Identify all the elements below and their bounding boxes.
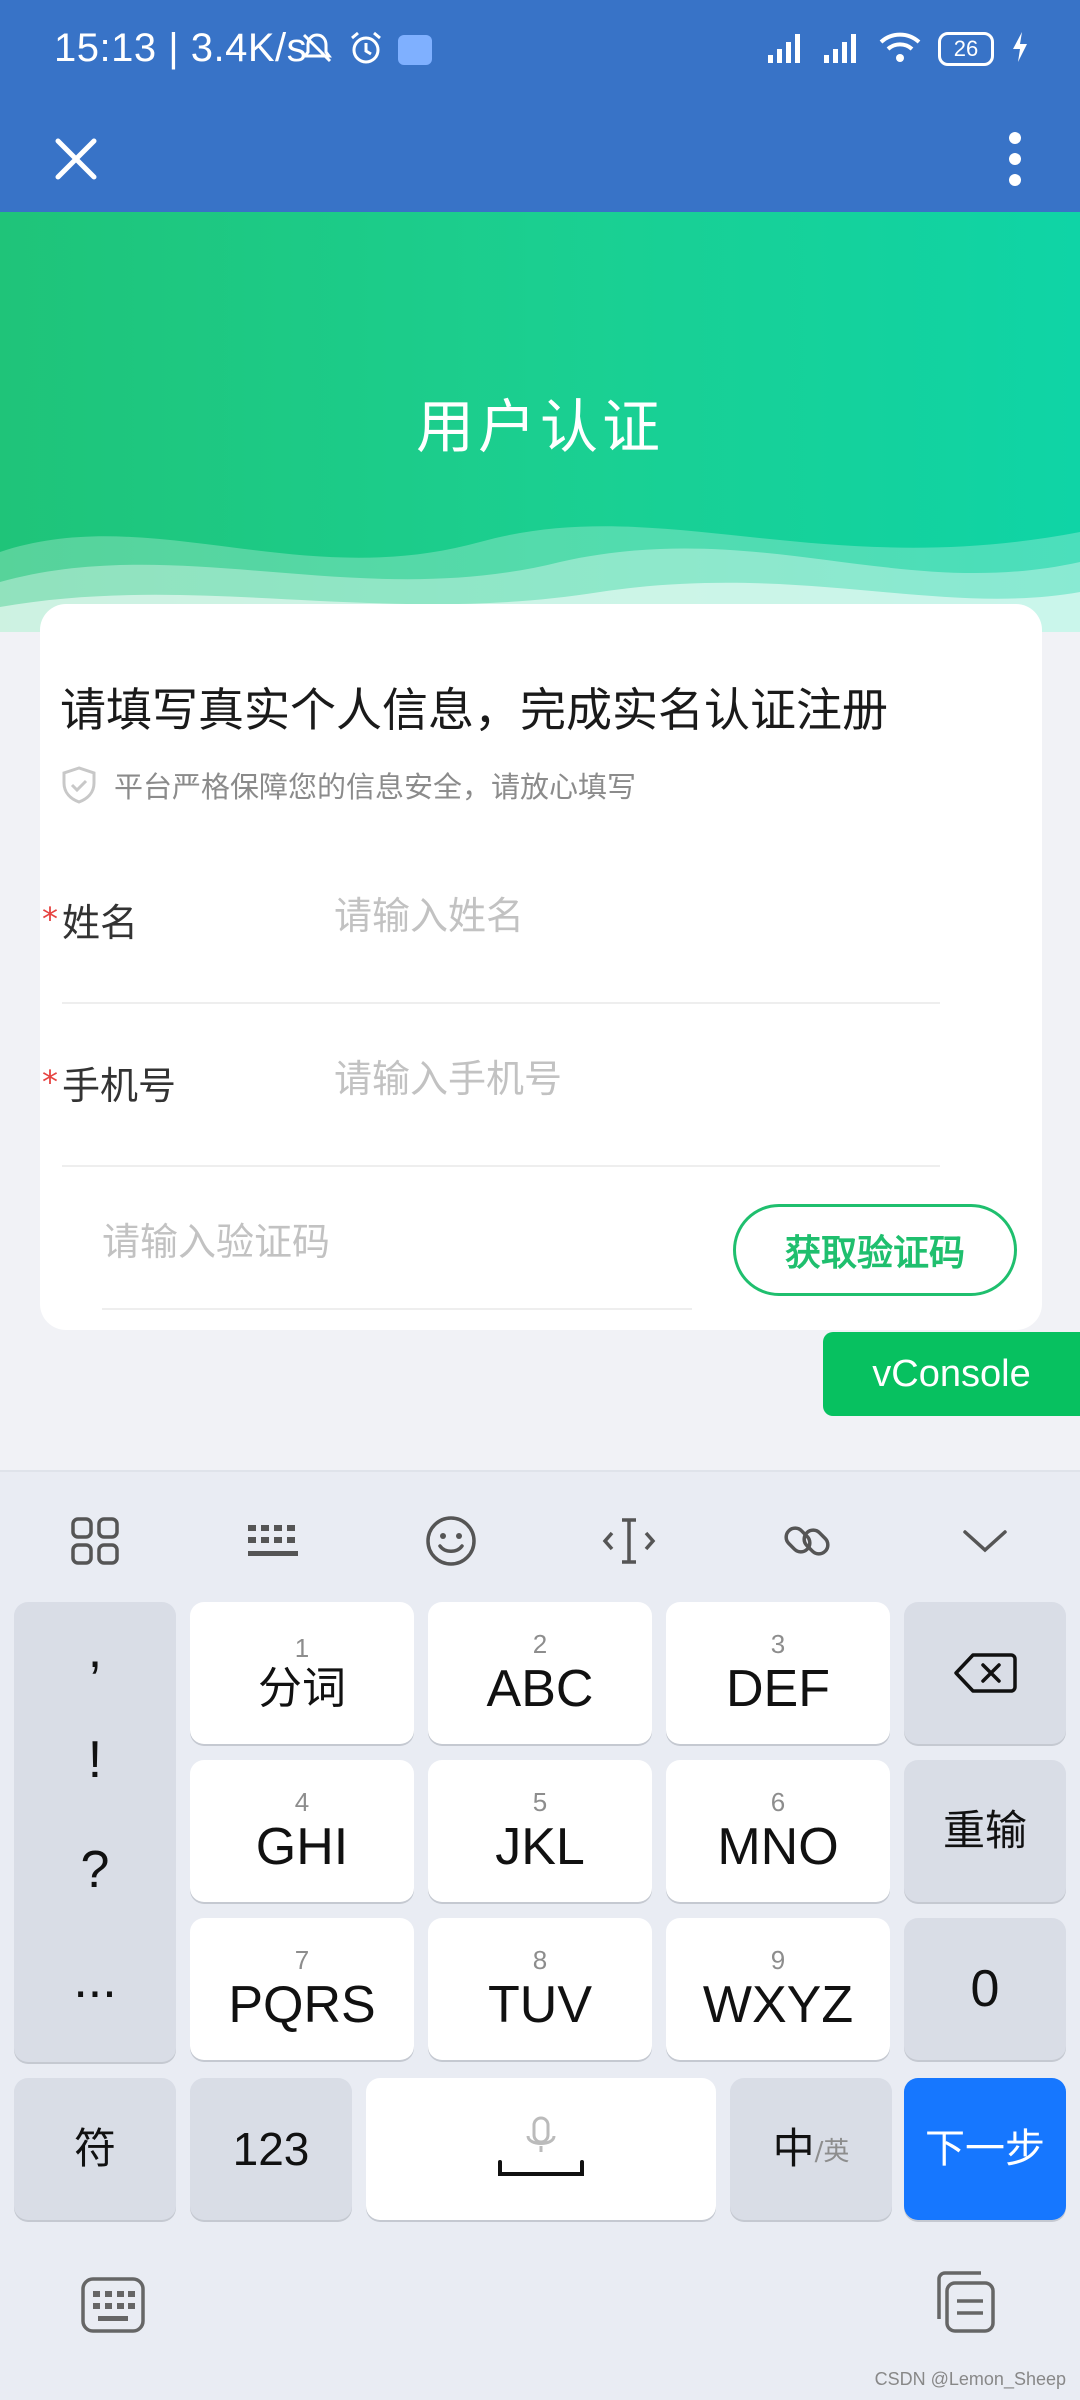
- required-mark: *: [42, 900, 58, 938]
- security-note-text: 平台严格保障您的信息安全，请放心填写: [114, 770, 637, 804]
- key-3[interactable]: 3 DEF: [666, 1602, 890, 1744]
- key-1[interactable]: 1 分词: [190, 1602, 414, 1744]
- punctuation-column: , ! ? ...: [14, 1602, 176, 2062]
- backspace-icon: [954, 1653, 1017, 1693]
- reenter-key[interactable]: 重输: [904, 1760, 1066, 1902]
- mute-icon: [300, 31, 334, 69]
- apps-button[interactable]: [56, 1502, 134, 1580]
- vconsole-button[interactable]: vConsole: [823, 1332, 1080, 1416]
- next-key[interactable]: 下一步: [904, 2078, 1066, 2220]
- battery-icon: 26: [938, 32, 994, 66]
- more-vertical-icon: [1009, 132, 1021, 186]
- code-row: [102, 1168, 692, 1310]
- security-note: 平台严格保障您的信息安全，请放心填写: [60, 764, 636, 806]
- key-4[interactable]: 4 GHI: [190, 1760, 414, 1902]
- punct-question-key[interactable]: ?: [14, 1840, 176, 1900]
- hide-keyboard-button[interactable]: [946, 1502, 1024, 1580]
- language-toggle-key[interactable]: 中 /英: [730, 2078, 892, 2220]
- keyboard-layout-button[interactable]: [234, 1502, 312, 1580]
- required-mark: *: [42, 1063, 58, 1101]
- punct-ellipsis-key[interactable]: ...: [14, 1950, 176, 2010]
- close-icon: [55, 138, 97, 180]
- punct-comma-key[interactable]: ,: [14, 1620, 176, 1680]
- keyboard-switch-icon: [81, 2277, 145, 2333]
- emoji-icon: [426, 1516, 476, 1566]
- verification-code-input[interactable]: [102, 1212, 662, 1272]
- watermark: CSDN @Lemon_Sheep: [874, 2369, 1066, 2389]
- get-code-button[interactable]: 获取验证码: [733, 1204, 1017, 1296]
- form-heading: 请填写真实个人信息，完成实名认证注册: [60, 683, 888, 737]
- more-options-button[interactable]: [980, 119, 1050, 199]
- text-cursor-icon: [602, 1518, 656, 1564]
- key-8[interactable]: 8 TUV: [428, 1918, 652, 2060]
- hero-banner: 用户认证: [0, 212, 1080, 632]
- switch-keyboard-button[interactable]: [78, 2270, 148, 2340]
- cursor-button[interactable]: [590, 1502, 668, 1580]
- punct-exclamation-key[interactable]: !: [14, 1730, 176, 1790]
- close-button[interactable]: [36, 119, 116, 199]
- keyboard-notification-icon: [398, 35, 432, 65]
- number-mode-key[interactable]: 123: [190, 2078, 352, 2220]
- key-2[interactable]: 2 ABC: [428, 1602, 652, 1744]
- status-time: 15:13 | 3.4K/s: [54, 26, 308, 70]
- key-0[interactable]: 0: [904, 1918, 1066, 2060]
- clipboard-link-button[interactable]: [768, 1502, 846, 1580]
- phone-row: * 手机号: [42, 1005, 940, 1167]
- title-bar: [0, 105, 1080, 212]
- status-bar: 15:13 | 3.4K/s 26: [0, 0, 1080, 105]
- alarm-icon: [348, 30, 384, 70]
- key-7[interactable]: 7 PQRS: [190, 1918, 414, 2060]
- grid-icon: [71, 1517, 119, 1565]
- signal-icon: [766, 31, 806, 67]
- hero-title: 用户认证: [415, 393, 664, 461]
- clipboard-icon: [937, 2271, 995, 2333]
- wifi-icon: [878, 30, 922, 68]
- keyboard-toolbar: [0, 1472, 1080, 1602]
- name-input[interactable]: [334, 886, 934, 946]
- link-icon: [784, 1526, 830, 1556]
- clipboard-button[interactable]: [930, 2262, 1000, 2342]
- space-key[interactable]: [366, 2078, 716, 2220]
- key-5[interactable]: 5 JKL: [428, 1760, 652, 1902]
- name-row: * 姓名: [42, 842, 940, 1004]
- emoji-button[interactable]: [412, 1502, 490, 1580]
- key-9[interactable]: 9 WXYZ: [666, 1918, 890, 2060]
- shield-check-icon: [62, 766, 96, 804]
- key-6[interactable]: 6 MNO: [666, 1760, 890, 1902]
- chevron-down-icon: [963, 1530, 1007, 1553]
- name-label: 姓名: [62, 901, 139, 945]
- backspace-key[interactable]: [904, 1602, 1066, 1744]
- symbol-key[interactable]: 符: [14, 2078, 176, 2220]
- signal-icon-2: [822, 31, 862, 67]
- phone-label: 手机号: [62, 1064, 177, 1108]
- phone-input[interactable]: [334, 1049, 934, 1109]
- keyboard-icon: [248, 1525, 298, 1556]
- microphone-space-icon: [498, 2116, 584, 2176]
- charging-icon: [1010, 30, 1030, 68]
